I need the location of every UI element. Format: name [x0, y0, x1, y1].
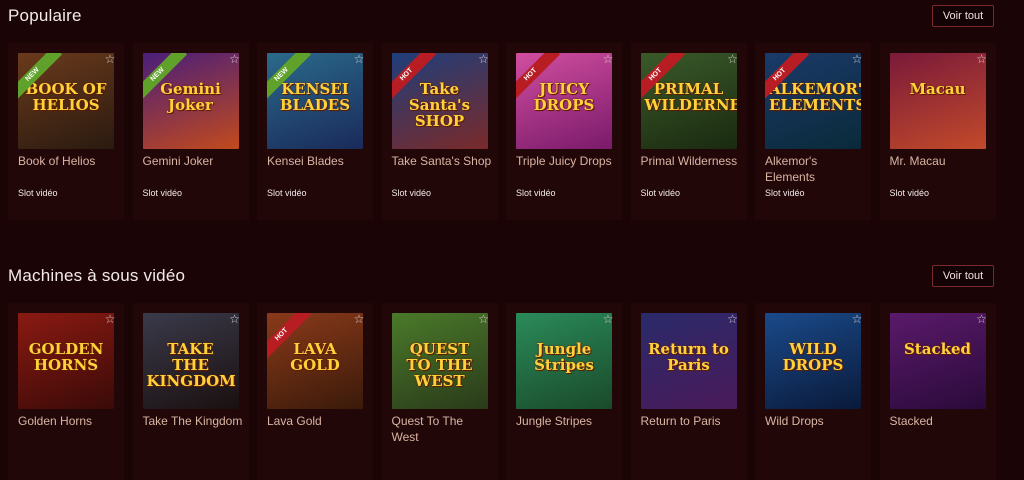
game-logo-art: TAKE THE KINGDOM [146, 340, 236, 390]
game-thumbnail[interactable]: QUEST TO THE WEST [391, 313, 488, 409]
game-name[interactable]: Stacked [890, 413, 990, 429]
game-thumbnail[interactable]: PRIMAL WILDERNESSHOT [640, 53, 737, 149]
game-card[interactable]: Gemini Joker NEW ☆ Gemini Joker Slot vidéo [132, 43, 249, 220]
game-logo-art: ALKEMOR'S ELEMENTS [769, 80, 861, 114]
game-type: Slot vidéo [142, 188, 183, 198]
game-row: BOOK OF HELIOS NEW ☆ Book of Helios Slot vid… [8, 43, 1018, 220]
game-thumbnail[interactable]: GOLDEN HORNS [18, 313, 114, 409]
favorite-star-icon[interactable]: ☆ [103, 52, 117, 66]
game-name[interactable]: Return to Paris [641, 413, 741, 429]
game-logo-art: WILD DROPS [782, 340, 844, 374]
game-card[interactable]: KENSEI BLADES NEW ☆ Kensei Blades Slot vidéo [257, 43, 373, 220]
game-thumbnail[interactable]: Stacked [889, 313, 986, 409]
game-name[interactable]: Lava Gold [267, 413, 367, 429]
favorite-star-icon[interactable]: ☆ [228, 52, 242, 66]
game-thumbnail[interactable]: Gemini Joker NEW [142, 53, 239, 149]
game-card[interactable]: WILD DROPS ☆ Wild Drops [755, 303, 871, 480]
game-card[interactable]: QUEST TO THE WEST ☆ Quest To The West [381, 303, 498, 480]
game-logo-art: Macau [909, 80, 966, 98]
game-name[interactable]: Alkemor's Elements [765, 153, 865, 185]
game-thumbnail[interactable]: BOOK OF HELIOS NEW [18, 53, 114, 149]
game-card[interactable]: Take Santa's SHOP HOT ☆ Take Santa's Shop Sl… [381, 43, 498, 220]
game-logo-art: Stacked [903, 340, 972, 358]
game-card[interactable]: GOLDEN HORNS ☆ Golden Horns [8, 303, 124, 480]
game-logo-art: JUICY DROPS [533, 80, 595, 114]
game-name[interactable]: Take Santa's Shop [392, 153, 492, 169]
game-name[interactable]: Mr. Macau [890, 153, 990, 169]
game-card[interactable]: ALKEMOR'S ELEMENTSHOT☆ Alkemor's Elements… [755, 43, 871, 220]
game-name[interactable]: Primal Wilderness [641, 153, 741, 169]
game-name[interactable]: Gemini Joker [143, 153, 243, 169]
game-thumbnail[interactable]: WILD DROPS [765, 313, 861, 409]
game-card[interactable]: Stacked ☆ Stacked [879, 303, 996, 480]
game-row: GOLDEN HORNS ☆ Golden Horns TAKE THE KINGDO… [8, 303, 1018, 480]
favorite-star-icon[interactable]: ☆ [726, 312, 740, 326]
game-thumbnail[interactable]: Take Santa's SHOP HOT [391, 53, 488, 149]
favorite-star-icon[interactable]: ☆ [477, 312, 491, 326]
game-logo-art: Jungle Stripes [534, 340, 594, 374]
game-card[interactable]: PRIMAL WILDERNESSHOT☆ Primal Wilderness Sl… [630, 43, 747, 220]
game-name[interactable]: Wild Drops [765, 413, 865, 429]
game-thumbnail[interactable]: KENSEI BLADES NEW [267, 53, 363, 149]
game-name[interactable]: Triple Juicy Drops [516, 153, 616, 169]
game-card[interactable]: Macau ☆ Mr. Macau Slot vidéo [879, 43, 996, 220]
view-all-button[interactable]: Voir tout [932, 5, 994, 27]
game-name[interactable]: Kensei Blades [267, 153, 367, 169]
game-type: Slot vidéo [640, 188, 681, 198]
favorite-star-icon[interactable]: ☆ [975, 312, 989, 326]
game-card[interactable]: Return to Paris ☆ Return to Paris [630, 303, 747, 480]
favorite-star-icon[interactable]: ☆ [850, 312, 864, 326]
game-name[interactable]: Jungle Stripes [516, 413, 616, 429]
game-thumbnail[interactable]: LAVA GOLD HOT [267, 313, 363, 409]
game-logo-art: GOLDEN HORNS [28, 340, 104, 374]
game-logo-art: KENSEI BLADES [279, 80, 351, 114]
game-name[interactable]: Book of Helios [18, 153, 118, 169]
favorite-star-icon[interactable]: ☆ [228, 312, 242, 326]
view-all-button[interactable]: Voir tout [932, 265, 994, 287]
game-name[interactable]: Take The Kingdom [143, 413, 243, 429]
game-thumbnail[interactable]: ALKEMOR'S ELEMENTSHOT [765, 53, 861, 149]
game-type: Slot vidéo [516, 188, 556, 198]
game-thumbnail[interactable]: Macau [889, 53, 986, 149]
favorite-star-icon[interactable]: ☆ [352, 312, 366, 326]
favorite-star-icon[interactable]: ☆ [726, 52, 740, 66]
favorite-star-icon[interactable]: ☆ [601, 52, 615, 66]
game-card[interactable]: BOOK OF HELIOS NEW ☆ Book of Helios Slot vid… [8, 43, 124, 220]
favorite-star-icon[interactable]: ☆ [352, 52, 366, 66]
game-card[interactable]: Jungle Stripes ☆ Jungle Stripes [506, 303, 622, 480]
favorite-star-icon[interactable]: ☆ [975, 52, 989, 66]
game-thumbnail[interactable]: Return to Paris [640, 313, 737, 409]
section-title: Populaire [8, 6, 82, 25]
favorite-star-icon[interactable]: ☆ [477, 52, 491, 66]
favorite-star-icon[interactable]: ☆ [601, 312, 615, 326]
game-logo-art: PRIMAL WILDERNESS [644, 80, 737, 114]
game-type: Slot vidéo [765, 188, 805, 198]
game-logo-art: QUEST TO THE WEST [406, 340, 473, 390]
game-name[interactable]: Golden Horns [18, 413, 118, 429]
game-type: Slot vidéo [889, 188, 930, 198]
game-card[interactable]: JUICY DROPS HOT ☆ Triple Juicy Drops Slot vi… [506, 43, 622, 220]
game-type: Slot vidéo [18, 188, 58, 198]
game-type: Slot vidéo [391, 188, 432, 198]
game-logo-art: Gemini Joker [160, 80, 221, 114]
favorite-star-icon[interactable]: ☆ [103, 312, 117, 326]
game-logo-art: BOOK OF HELIOS [25, 80, 107, 114]
game-thumbnail[interactable]: JUICY DROPS HOT [516, 53, 612, 149]
section-title: Machines à sous vidéo [8, 266, 186, 285]
game-thumbnail[interactable]: Jungle Stripes [516, 313, 612, 409]
game-name[interactable]: Quest To The West [392, 413, 492, 445]
game-logo-art: LAVA GOLD [290, 340, 340, 374]
game-card[interactable]: LAVA GOLD HOT ☆ Lava Gold [257, 303, 373, 480]
game-card[interactable]: TAKE THE KINGDOM ☆ Take The Kingdom [132, 303, 249, 480]
favorite-star-icon[interactable]: ☆ [850, 52, 864, 66]
game-logo-art: Return to Paris [648, 340, 729, 374]
game-logo-art: Take Santa's SHOP [408, 80, 471, 130]
game-type: Slot vidéo [267, 188, 307, 198]
game-thumbnail[interactable]: TAKE THE KINGDOM [142, 313, 239, 409]
